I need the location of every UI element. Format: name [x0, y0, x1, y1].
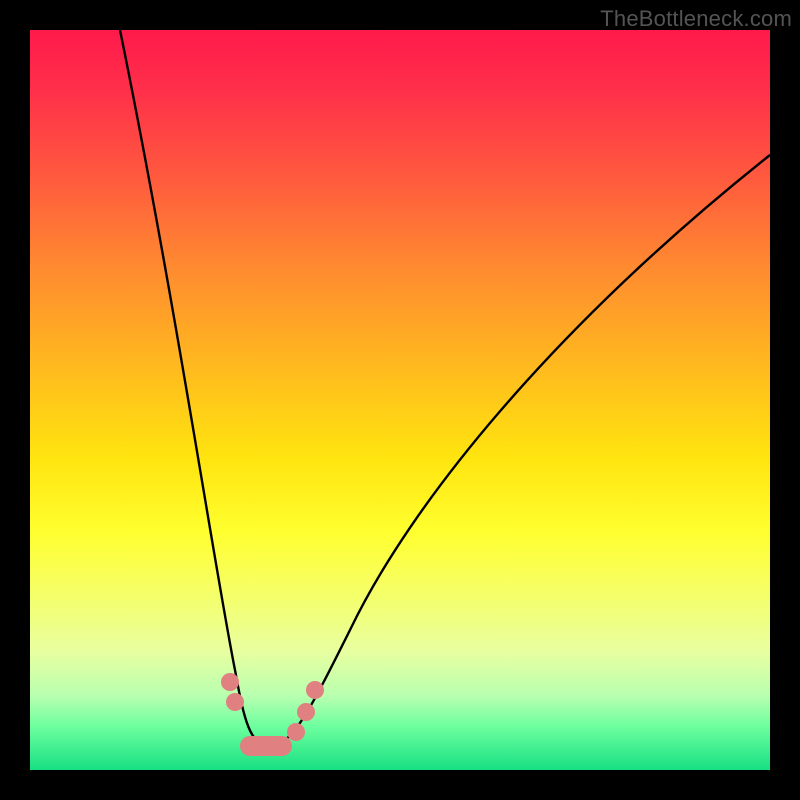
- marker-dot: [226, 693, 244, 711]
- marker-dot: [221, 673, 239, 691]
- marker-bar: [240, 736, 292, 756]
- bottleneck-curve: [120, 30, 770, 746]
- chart-svg: [30, 30, 770, 770]
- marker-dot: [306, 681, 324, 699]
- marker-dot: [297, 703, 315, 721]
- chart-frame: TheBottleneck.com: [0, 0, 800, 800]
- highlight-marker-group: [221, 673, 324, 756]
- watermark-text: TheBottleneck.com: [600, 6, 792, 32]
- marker-dot: [287, 723, 305, 741]
